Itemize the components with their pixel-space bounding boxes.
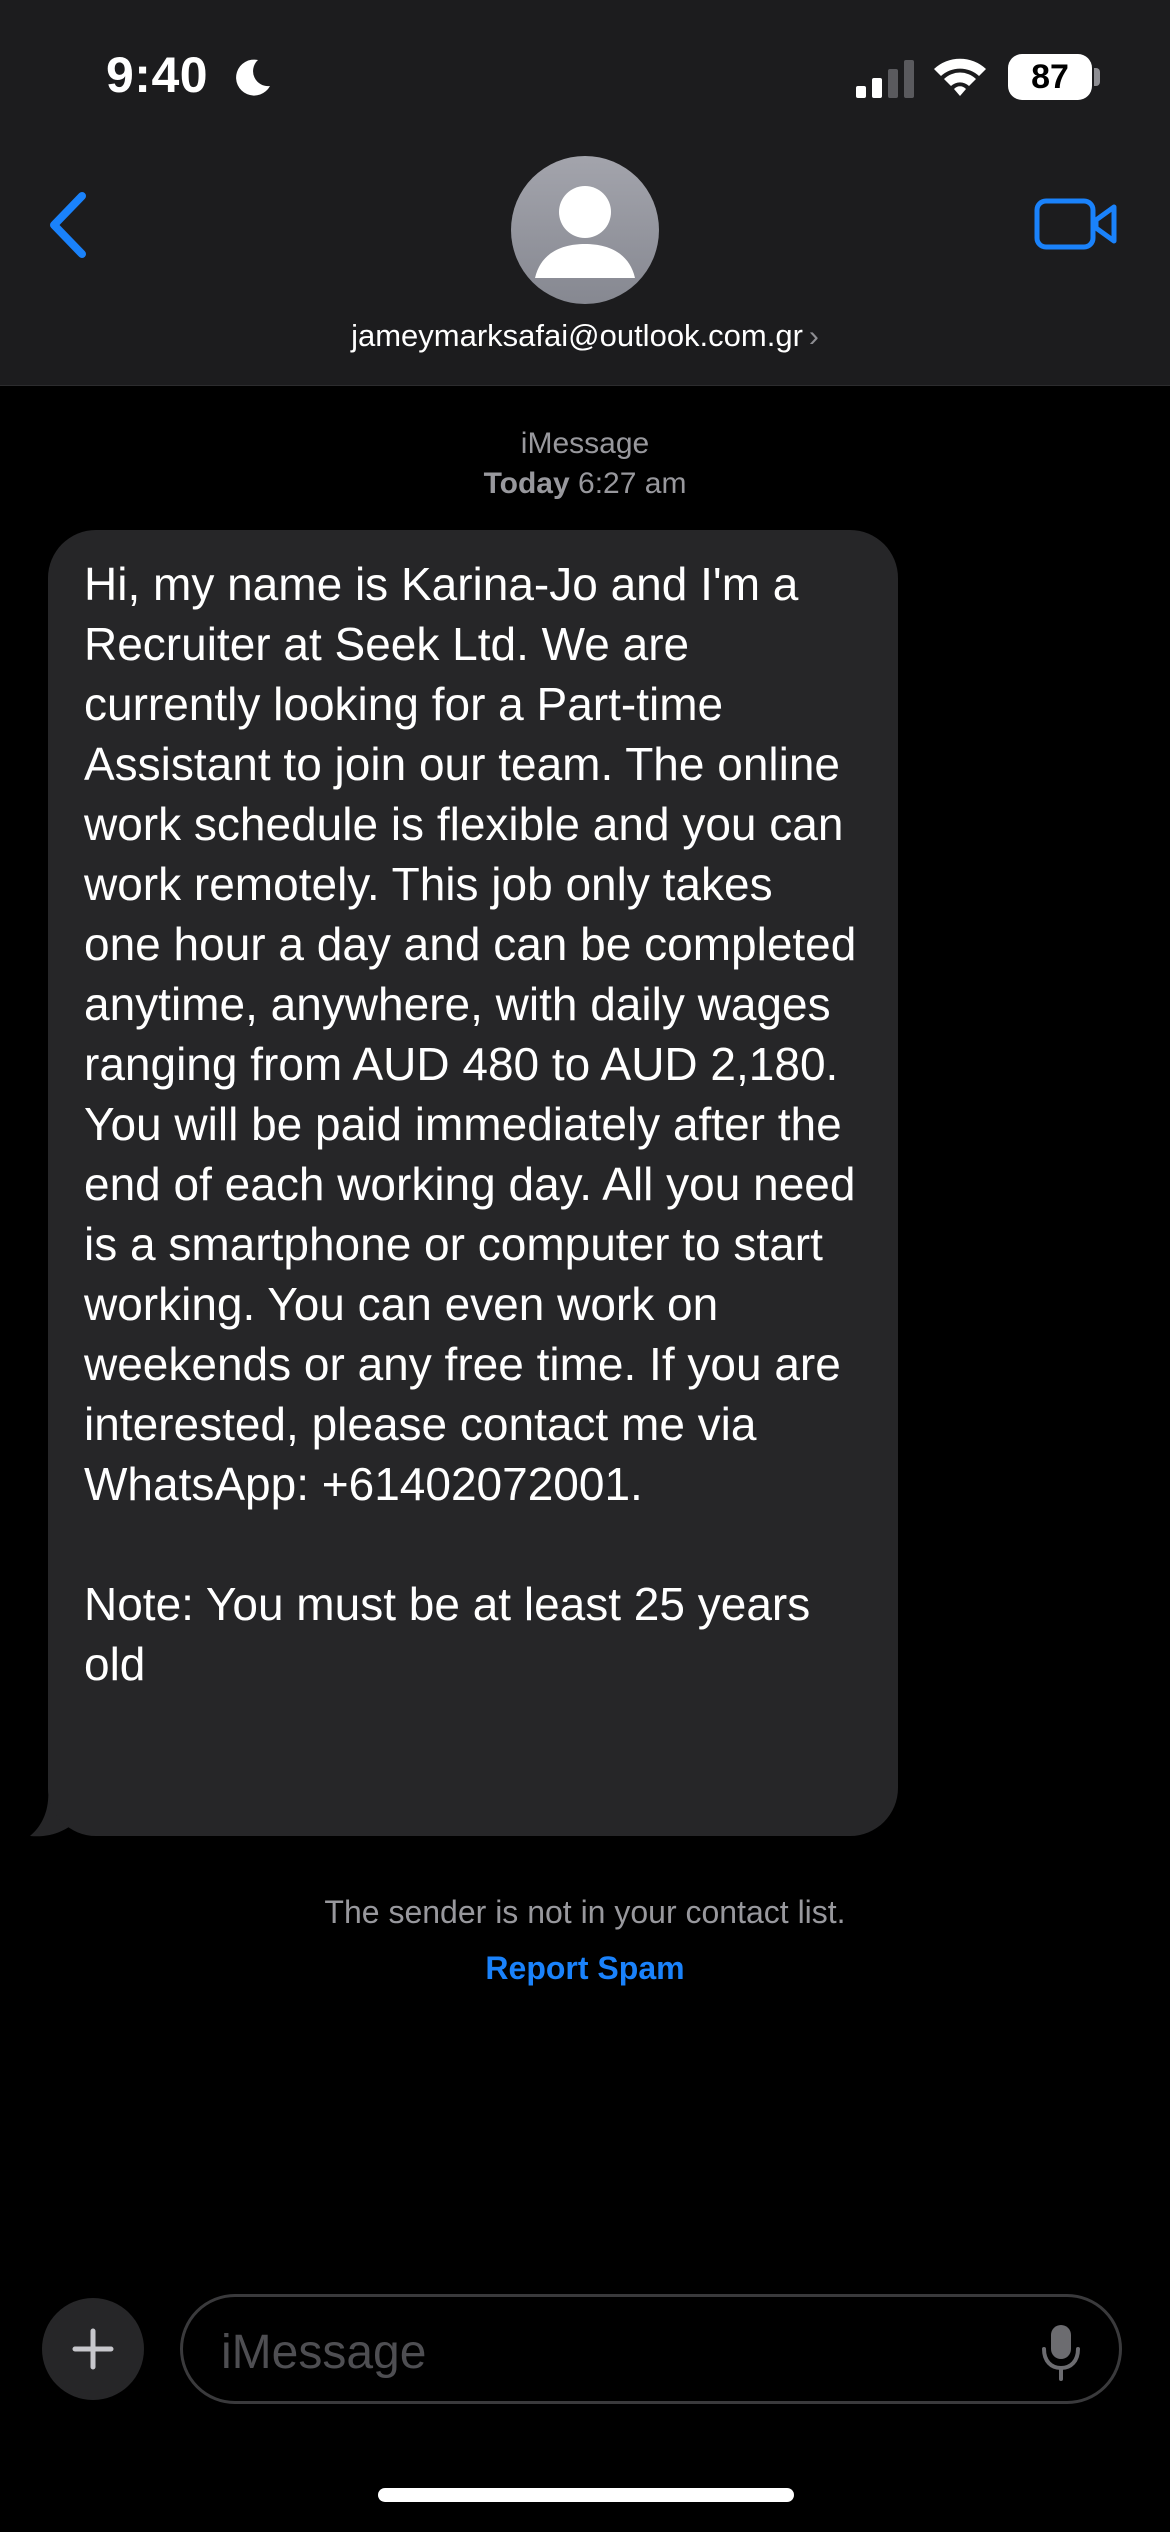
apps-plus-button[interactable]: [42, 2298, 144, 2400]
chevron-right-icon: ›: [808, 320, 819, 353]
cellular-signal-icon: [856, 60, 914, 98]
message-input-placeholder: iMessage: [221, 2326, 427, 2379]
service-label: iMessage: [520, 427, 650, 460]
timestamp-time: 6:27 am: [578, 467, 687, 500]
messages-screen: 9:40 87 jameymarksafai@outlook.com.gr › …: [0, 0, 1170, 2532]
contact-address: jameymarksafai@outlook.com.gr: [351, 318, 803, 353]
moon-icon: [236, 59, 270, 96]
video-camera-icon[interactable]: [1034, 196, 1118, 252]
conversation-header: 9:40 87 jameymarksafai@outlook.com.gr ›: [0, 0, 1170, 386]
incoming-message-bubble[interactable]: Hi, my name is Karina-Jo and I'm a Recru…: [48, 530, 898, 1836]
plus-icon: [72, 2328, 114, 2370]
message-meta: iMessage Today 6:27 am: [0, 424, 1170, 504]
microphone-icon[interactable]: [1041, 2323, 1081, 2383]
home-indicator[interactable]: [378, 2488, 794, 2502]
battery-nub: [1094, 68, 1100, 86]
contact-avatar[interactable]: [511, 156, 659, 304]
battery-level: 87: [1031, 57, 1069, 96]
wifi-icon: [934, 58, 986, 96]
back-chevron-icon[interactable]: [44, 190, 94, 260]
contact-name[interactable]: jameymarksafai@outlook.com.gr ›: [0, 318, 1170, 354]
status-time: 9:40: [106, 47, 209, 103]
battery-indicator: 87: [1008, 54, 1092, 100]
unknown-sender-notice: The sender is not in your contact list.: [324, 1894, 846, 1930]
timestamp-day: Today: [483, 467, 570, 500]
message-input[interactable]: iMessage: [180, 2294, 1122, 2404]
report-spam-link[interactable]: Report Spam: [0, 1950, 1170, 1987]
person-silhouette-icon: [535, 186, 635, 278]
message-timestamp: Today 6:27 am: [0, 464, 1170, 504]
